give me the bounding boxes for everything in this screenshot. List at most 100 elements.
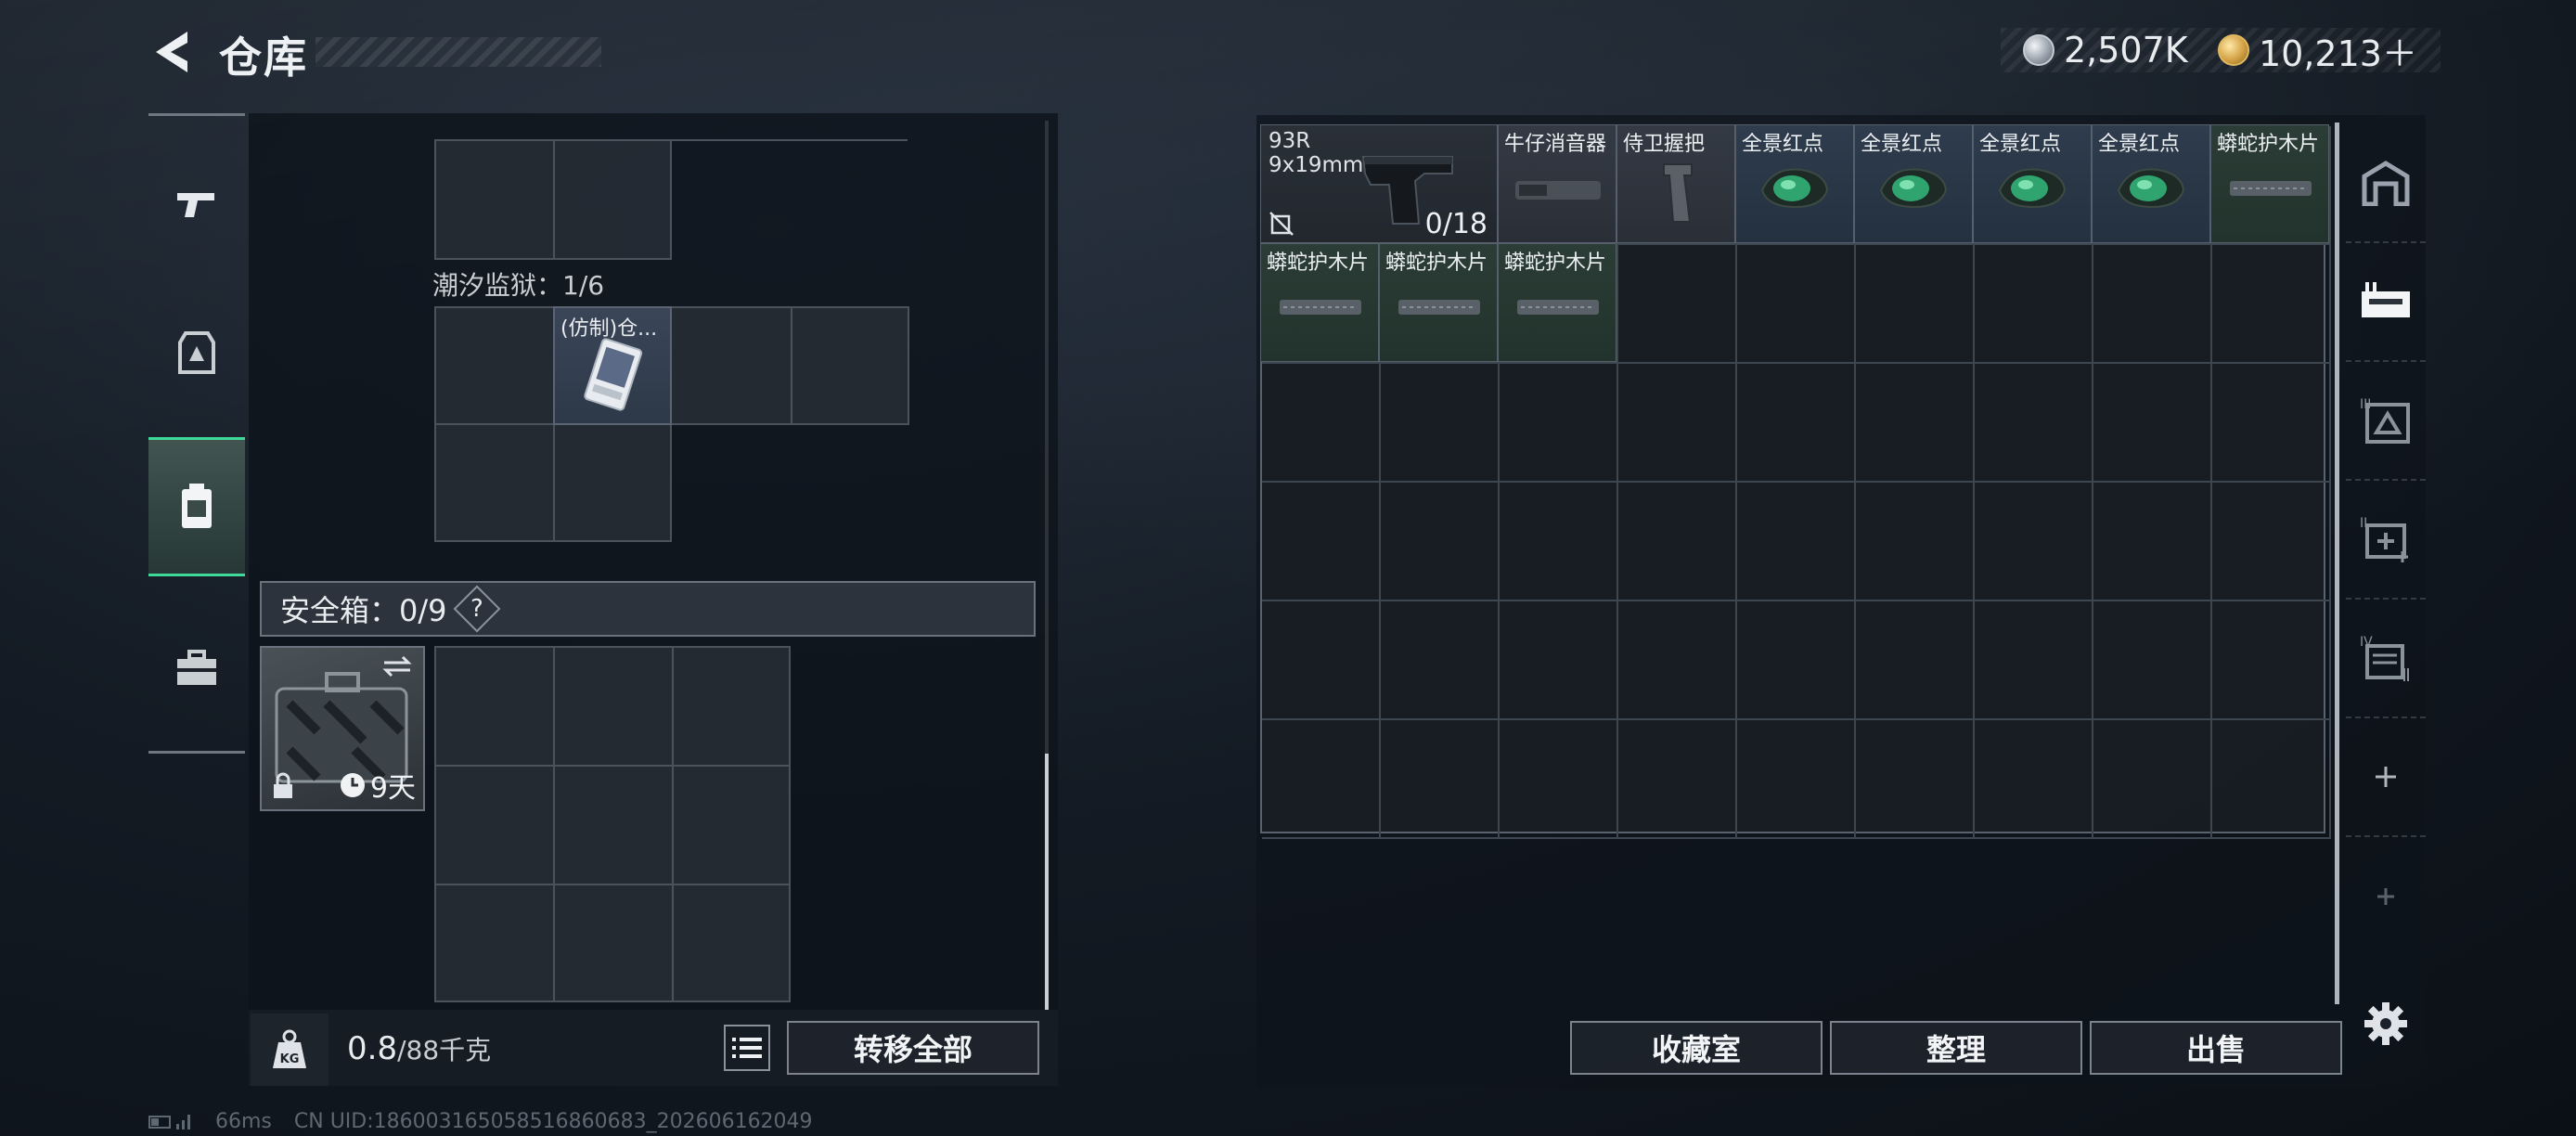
stash-slot[interactable]	[2212, 601, 2331, 720]
stash-item[interactable]: 全景红点	[1973, 124, 2092, 243]
weapon-card-93r[interactable]: 93R 9x19mm 0/18	[1260, 124, 1498, 243]
stash-slot[interactable]	[1975, 245, 2093, 364]
stash-slot[interactable]	[2093, 720, 2212, 839]
stash-slot[interactable]	[1618, 601, 1737, 720]
grid-divider	[672, 646, 674, 1002]
stash-item[interactable]: 全景红点	[1735, 124, 1854, 243]
stash-item[interactable]: 全景红点	[1854, 124, 1973, 243]
stash-slot[interactable]	[2212, 364, 2331, 483]
stash-item[interactable]: 侍卫握把	[1616, 124, 1735, 243]
stash-item[interactable]: 蟒蛇护木片	[1379, 243, 1498, 362]
nav-item-weapons[interactable]	[148, 135, 245, 274]
help-button[interactable]: ?	[453, 585, 500, 633]
stash-slot[interactable]	[1975, 364, 2093, 483]
ping-readout: 66ms	[215, 1110, 272, 1133]
stash-slot[interactable]	[1262, 720, 1381, 839]
collection-room-button[interactable]: 收藏室	[1570, 1021, 1823, 1075]
organize-button[interactable]: 整理	[1830, 1021, 2082, 1075]
stash-slot[interactable]	[2093, 601, 2212, 720]
transfer-all-button[interactable]: 转移全部	[787, 1021, 1039, 1075]
stash-slot[interactable]	[1500, 364, 1618, 483]
stash-slot[interactable]	[1975, 601, 2093, 720]
stash-slot[interactable]	[1737, 483, 1856, 601]
stash-slot[interactable]	[1262, 483, 1381, 601]
tab-stash-2[interactable]: II	[2346, 481, 2426, 600]
toolbox-icon	[177, 650, 216, 685]
stash-item[interactable]: 蟒蛇护木片	[2210, 124, 2329, 243]
stash-slot[interactable]	[2212, 720, 2331, 839]
stash-slot[interactable]	[1381, 483, 1500, 601]
stash-tabs: III II IV	[2346, 124, 2426, 1034]
stash-slot[interactable]	[2212, 245, 2331, 364]
list-view-button[interactable]	[724, 1025, 770, 1071]
safebox-duration: 9天	[339, 765, 416, 806]
stash-slot[interactable]	[1975, 720, 2093, 839]
stash-item[interactable]: 全景红点	[2092, 124, 2210, 243]
stash-slot[interactable]	[1618, 720, 1737, 839]
stash-item[interactable]: 牛仔消音器	[1498, 124, 1616, 243]
tab-stash-4[interactable]: IV	[2346, 600, 2426, 718]
stash-slot[interactable]	[1737, 601, 1856, 720]
stash-scrollbar[interactable]	[2335, 123, 2339, 1004]
stash-slot[interactable]	[1856, 720, 1975, 839]
safebox-card[interactable]: 9天	[260, 646, 425, 811]
stash-slot[interactable]	[2093, 483, 2212, 601]
gold-coin-icon	[2218, 34, 2249, 66]
stash-slot[interactable]	[1500, 601, 1618, 720]
stash-slot[interactable]	[1856, 601, 1975, 720]
stash-slot[interactable]	[1262, 364, 1381, 483]
stash-item[interactable]: 蟒蛇护木片	[1498, 243, 1616, 362]
stash-tab-1-icon	[2362, 282, 2410, 317]
prison-container-label: 潮汐监狱：1/6	[432, 270, 605, 301]
stash-slot[interactable]	[2212, 483, 2331, 601]
safebox-grid[interactable]	[434, 646, 791, 1002]
stash-slot[interactable]	[2093, 245, 2212, 364]
tab-add[interactable]	[2346, 718, 2426, 837]
stash-item-label: 全景红点	[1742, 133, 1824, 156]
gun-icon	[177, 193, 214, 217]
stash-slot[interactable]	[1500, 720, 1618, 839]
left-scrollbar-thumb[interactable]	[1045, 754, 1049, 1010]
svg-text:KG: KG	[280, 1052, 300, 1066]
stash-slot[interactable]	[1381, 601, 1500, 720]
nav-item-armor[interactable]	[148, 283, 245, 422]
stash-slot[interactable]	[1737, 720, 1856, 839]
gold-currency[interactable]: 10,213＋	[2218, 28, 2417, 74]
item-card-keycard[interactable]: (仿制)仓...	[553, 306, 672, 425]
stash-slot[interactable]	[2093, 364, 2212, 483]
clock-icon	[340, 773, 365, 797]
nav-item-backpack[interactable]	[148, 437, 245, 576]
sell-button[interactable]: 出售	[2090, 1021, 2342, 1075]
stash-slot[interactable]	[1737, 245, 1856, 364]
help-icon: ?	[470, 595, 483, 623]
stash-slot[interactable]	[1500, 483, 1618, 601]
stash-slot[interactable]	[1381, 720, 1500, 839]
weapon-ammo: 0/18	[1424, 208, 1488, 240]
stash-slot[interactable]	[1975, 483, 2093, 601]
stash-item-label: 蟒蛇护木片	[1385, 252, 1488, 275]
stash-slot[interactable]	[1856, 245, 1975, 364]
stash-item-label: 全景红点	[1979, 133, 2062, 156]
title-decoration	[316, 37, 601, 67]
stash-slot[interactable]	[1618, 364, 1737, 483]
stash-slot[interactable]	[1618, 245, 1737, 364]
tab-stash-1[interactable]	[2346, 243, 2426, 362]
stash-slot[interactable]	[1618, 483, 1737, 601]
stash-slot[interactable]	[1737, 364, 1856, 483]
settings-button[interactable]	[2363, 1000, 2409, 1047]
stash-tab-3-icon: III	[2360, 397, 2410, 444]
stash-item[interactable]: 蟒蛇护木片	[1260, 243, 1379, 362]
swap-icon[interactable]	[380, 655, 414, 678]
stash-slot[interactable]	[1856, 483, 1975, 601]
nav-item-toolbox[interactable]	[148, 599, 245, 738]
tab-safehouse[interactable]	[2346, 124, 2426, 243]
stash-slot[interactable]	[1856, 364, 1975, 483]
prison-slot-row[interactable]	[434, 306, 909, 425]
weight-max: /88千克	[397, 1035, 492, 1065]
stash-slot[interactable]	[1381, 364, 1500, 483]
header: 仓库 2,507K 10,213＋	[0, 0, 2576, 102]
back-button[interactable]	[147, 26, 202, 78]
battery-signal-icon	[148, 1114, 190, 1130]
stash-slot[interactable]	[1262, 601, 1381, 720]
tab-stash-3[interactable]: III	[2346, 362, 2426, 481]
